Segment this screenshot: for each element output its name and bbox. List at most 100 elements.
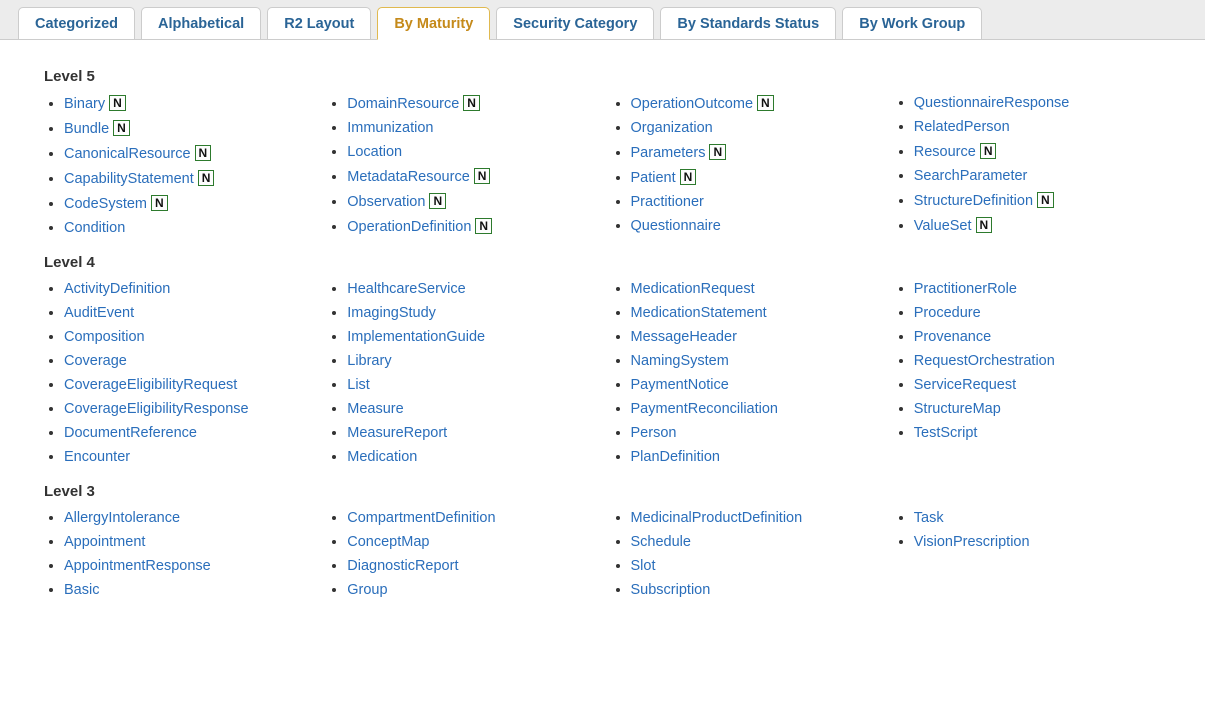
resource-link[interactable]: Procedure	[914, 305, 981, 321]
column: HealthcareService ImagingStudy Implementat…	[327, 281, 610, 473]
resource-link[interactable]: Composition	[64, 329, 145, 345]
resource-link[interactable]: PaymentReconciliation	[631, 401, 779, 417]
resource-link[interactable]: Measure	[347, 401, 403, 417]
resource-link[interactable]: ImagingStudy	[347, 305, 436, 321]
resource-link[interactable]: AppointmentResponse	[64, 558, 211, 574]
resource-link[interactable]: Group	[347, 582, 387, 598]
resource-link[interactable]: MedicationRequest	[631, 281, 755, 297]
resource-link[interactable]: Basic	[64, 582, 99, 598]
tab-by-maturity[interactable]: By Maturity	[377, 7, 490, 40]
resource-link[interactable]: ConceptMap	[347, 534, 429, 550]
resource-link[interactable]: Library	[347, 353, 391, 369]
resource-link[interactable]: Resource	[914, 144, 976, 160]
list-item: Appointment	[64, 534, 327, 550]
resource-link[interactable]: CapabilityStatement	[64, 171, 194, 187]
column: QuestionnaireResponse RelatedPerson Resour…	[894, 95, 1177, 244]
resource-link[interactable]: StructureDefinition	[914, 193, 1033, 209]
resource-list: DomainResourceNImmunizationLocationMetad…	[327, 95, 610, 235]
resource-link[interactable]: TestScript	[914, 425, 978, 441]
resource-list: CompartmentDefinition ConceptMap Diagnosti…	[327, 510, 610, 598]
resource-link[interactable]: Medication	[347, 449, 417, 465]
resource-link[interactable]: VisionPrescription	[914, 534, 1030, 550]
resource-link[interactable]: CanonicalResource	[64, 146, 191, 162]
resource-link[interactable]: Location	[347, 144, 402, 160]
resource-link[interactable]: RequestOrchestration	[914, 353, 1055, 369]
tab-bar: CategorizedAlphabeticalR2 LayoutBy Matur…	[0, 0, 1205, 40]
resource-link[interactable]: Questionnaire	[631, 218, 721, 234]
list-item: Composition	[64, 329, 327, 345]
resource-link[interactable]: ActivityDefinition	[64, 281, 170, 297]
resource-link[interactable]: PractitionerRole	[914, 281, 1017, 297]
column: Task VisionPrescription	[894, 510, 1177, 606]
list-item: Location	[347, 144, 610, 160]
resource-link[interactable]: NamingSystem	[631, 353, 729, 369]
normative-badge: N	[976, 217, 993, 233]
resource-link[interactable]: ValueSet	[914, 218, 972, 234]
resource-link[interactable]: Bundle	[64, 121, 109, 137]
resource-link[interactable]: Task	[914, 510, 944, 526]
list-item: OperationOutcomeN	[631, 95, 894, 112]
list-item: AllergyIntolerance	[64, 510, 327, 526]
resource-link[interactable]: ImplementationGuide	[347, 329, 485, 345]
resource-link[interactable]: MessageHeader	[631, 329, 737, 345]
list-item: Medication	[347, 449, 610, 465]
resource-link[interactable]: DomainResource	[347, 96, 459, 112]
resource-link[interactable]: Subscription	[631, 582, 711, 598]
list-item: Practitioner	[631, 194, 894, 210]
resource-link[interactable]: OperationOutcome	[631, 96, 754, 112]
resource-link[interactable]: DocumentReference	[64, 425, 197, 441]
resource-link[interactable]: Observation	[347, 194, 425, 210]
resource-link[interactable]: Immunization	[347, 120, 433, 136]
tab-categorized[interactable]: Categorized	[18, 7, 135, 40]
resource-link[interactable]: QuestionnaireResponse	[914, 95, 1070, 111]
resource-link[interactable]: Binary	[64, 96, 105, 112]
resource-link[interactable]: HealthcareService	[347, 281, 465, 297]
resource-link[interactable]: MedicationStatement	[631, 305, 767, 321]
resource-link[interactable]: CoverageEligibilityResponse	[64, 401, 249, 417]
tab-r2-layout[interactable]: R2 Layout	[267, 7, 371, 40]
resource-link[interactable]: CoverageEligibilityRequest	[64, 377, 237, 393]
list-item: Basic	[64, 582, 327, 598]
resource-link[interactable]: OperationDefinition	[347, 219, 471, 235]
resource-link[interactable]: Patient	[631, 170, 676, 186]
tab-by-work-group[interactable]: By Work Group	[842, 7, 982, 40]
list-item: Group	[347, 582, 610, 598]
resource-link[interactable]: Practitioner	[631, 194, 704, 210]
resource-link[interactable]: Encounter	[64, 449, 130, 465]
resource-link[interactable]: AllergyIntolerance	[64, 510, 180, 526]
normative-badge: N	[980, 143, 997, 159]
resource-link[interactable]: Coverage	[64, 353, 127, 369]
resource-link[interactable]: RelatedPerson	[914, 119, 1010, 135]
resource-link[interactable]: Condition	[64, 220, 125, 236]
resource-link[interactable]: PaymentNotice	[631, 377, 729, 393]
list-item: DomainResourceN	[347, 95, 610, 112]
list-item: ValueSetN	[914, 217, 1177, 234]
resource-link[interactable]: PlanDefinition	[631, 449, 720, 465]
resource-link[interactable]: Slot	[631, 558, 656, 574]
resource-link[interactable]: List	[347, 377, 370, 393]
normative-badge: N	[475, 218, 492, 234]
tab-alphabetical[interactable]: Alphabetical	[141, 7, 261, 40]
list-item: CompartmentDefinition	[347, 510, 610, 526]
resource-link[interactable]: AuditEvent	[64, 305, 134, 321]
resource-link[interactable]: CompartmentDefinition	[347, 510, 495, 526]
column: MedicationRequest MedicationStatement Mess…	[611, 281, 894, 473]
resource-link[interactable]: MetadataResource	[347, 169, 470, 185]
resource-link[interactable]: MeasureReport	[347, 425, 447, 441]
tab-by-standards-status[interactable]: By Standards Status	[660, 7, 836, 40]
resource-link[interactable]: Person	[631, 425, 677, 441]
resource-link[interactable]: CodeSystem	[64, 196, 147, 212]
resource-link[interactable]: DiagnosticReport	[347, 558, 458, 574]
resource-link[interactable]: MedicinalProductDefinition	[631, 510, 803, 526]
resource-link[interactable]: SearchParameter	[914, 168, 1028, 184]
normative-badge: N	[474, 168, 491, 184]
resource-link[interactable]: Schedule	[631, 534, 691, 550]
resource-link[interactable]: StructureMap	[914, 401, 1001, 417]
resource-link[interactable]: Parameters	[631, 145, 706, 161]
resource-link[interactable]: Provenance	[914, 329, 991, 345]
resource-link[interactable]: Appointment	[64, 534, 145, 550]
normative-badge: N	[195, 145, 212, 161]
resource-link[interactable]: ServiceRequest	[914, 377, 1016, 393]
resource-link[interactable]: Organization	[631, 120, 713, 136]
tab-security-category[interactable]: Security Category	[496, 7, 654, 40]
